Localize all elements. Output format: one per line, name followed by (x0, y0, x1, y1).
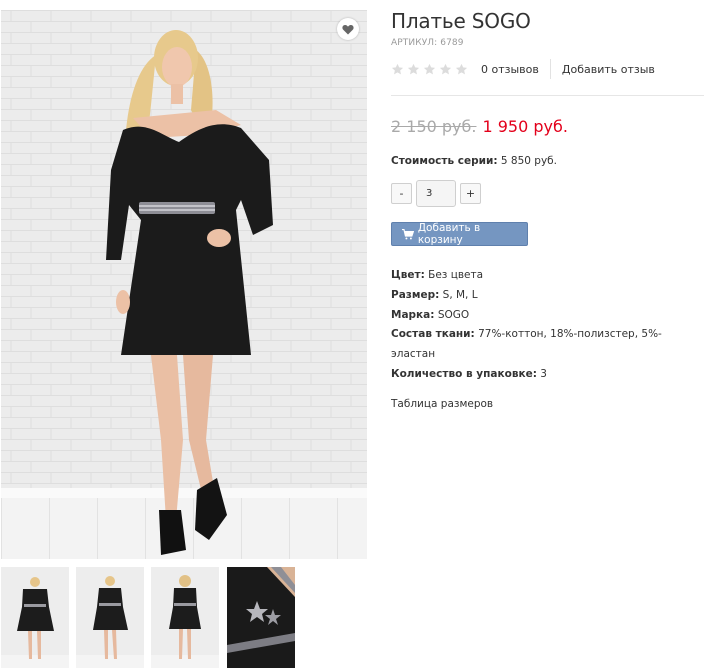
add-to-cart-button[interactable]: Добавить в корзину (391, 222, 528, 246)
star-icon[interactable] (439, 63, 452, 76)
property-brand: Марка: SOGO (391, 306, 704, 326)
star-icon[interactable] (407, 63, 420, 76)
divider (391, 95, 704, 96)
current-price: 1 950 руб. (482, 117, 568, 136)
series-cost: Стоимость серии: 5 850 руб. (391, 155, 704, 167)
rating-stars[interactable] (391, 63, 468, 76)
decrease-quantity-button[interactable]: - (391, 182, 412, 204)
property-pack-quantity: Количество в упаковке: 3 (391, 365, 704, 385)
star-icon[interactable] (391, 63, 404, 76)
quantity-input[interactable]: 3 (416, 179, 456, 207)
property-label: Состав ткани: (391, 328, 475, 341)
add-review-link[interactable]: Добавить отзыв (562, 63, 655, 76)
star-icon[interactable] (423, 63, 436, 76)
increase-quantity-button[interactable]: + (460, 182, 481, 204)
thumbnail-1[interactable] (1, 567, 69, 668)
product-properties: Цвет: Без цвета Размер: S, M, L Марка: S… (391, 266, 704, 385)
main-product-image[interactable] (1, 10, 367, 559)
property-value: SOGO (437, 308, 470, 321)
reviews-count-link[interactable]: 0 отзывов (481, 63, 539, 76)
product-info: Платье SOGO АРТИКУЛ: 6789 0 отзывов Доба… (391, 8, 704, 410)
property-size: Размер: S, M, L (391, 286, 704, 306)
property-color: Цвет: Без цвета (391, 266, 704, 286)
quantity-stepper: - 3 + (391, 179, 704, 207)
thumbnail-3[interactable] (151, 567, 219, 668)
rating-row: 0 отзывов Добавить отзыв (391, 57, 704, 81)
property-label: Количество в упаковке: (391, 367, 537, 380)
old-price: 2 150 руб. (391, 117, 477, 136)
price-row: 2 150 руб. 1 950 руб. (391, 117, 704, 139)
property-value: S, M, L (442, 288, 478, 301)
heart-icon (342, 24, 354, 34)
series-cost-label: Стоимость серии: (391, 155, 498, 167)
add-to-cart-label: Добавить в корзину (417, 222, 481, 246)
thumbnail-2[interactable] (76, 567, 144, 668)
thumbnail-4-detail[interactable] (227, 567, 295, 668)
shopping-cart-icon (402, 228, 414, 239)
property-value: 3 (540, 367, 547, 380)
product-title: Платье SOGO (391, 9, 531, 33)
property-label: Цвет: (391, 269, 425, 281)
favorite-button[interactable] (337, 18, 359, 40)
star-icon[interactable] (455, 63, 468, 76)
product-sku: АРТИКУЛ: 6789 (391, 38, 464, 48)
property-fabric: Состав ткани: 77%-коттон, 18%-полизстер,… (391, 325, 704, 365)
size-table-link[interactable]: Таблица размеров (391, 398, 704, 410)
property-value: Без цвета (428, 269, 484, 281)
divider (549, 59, 551, 79)
property-label: Марка: (391, 308, 435, 321)
series-cost-value: 5 850 руб. (500, 155, 557, 167)
property-label: Размер: (391, 288, 440, 301)
